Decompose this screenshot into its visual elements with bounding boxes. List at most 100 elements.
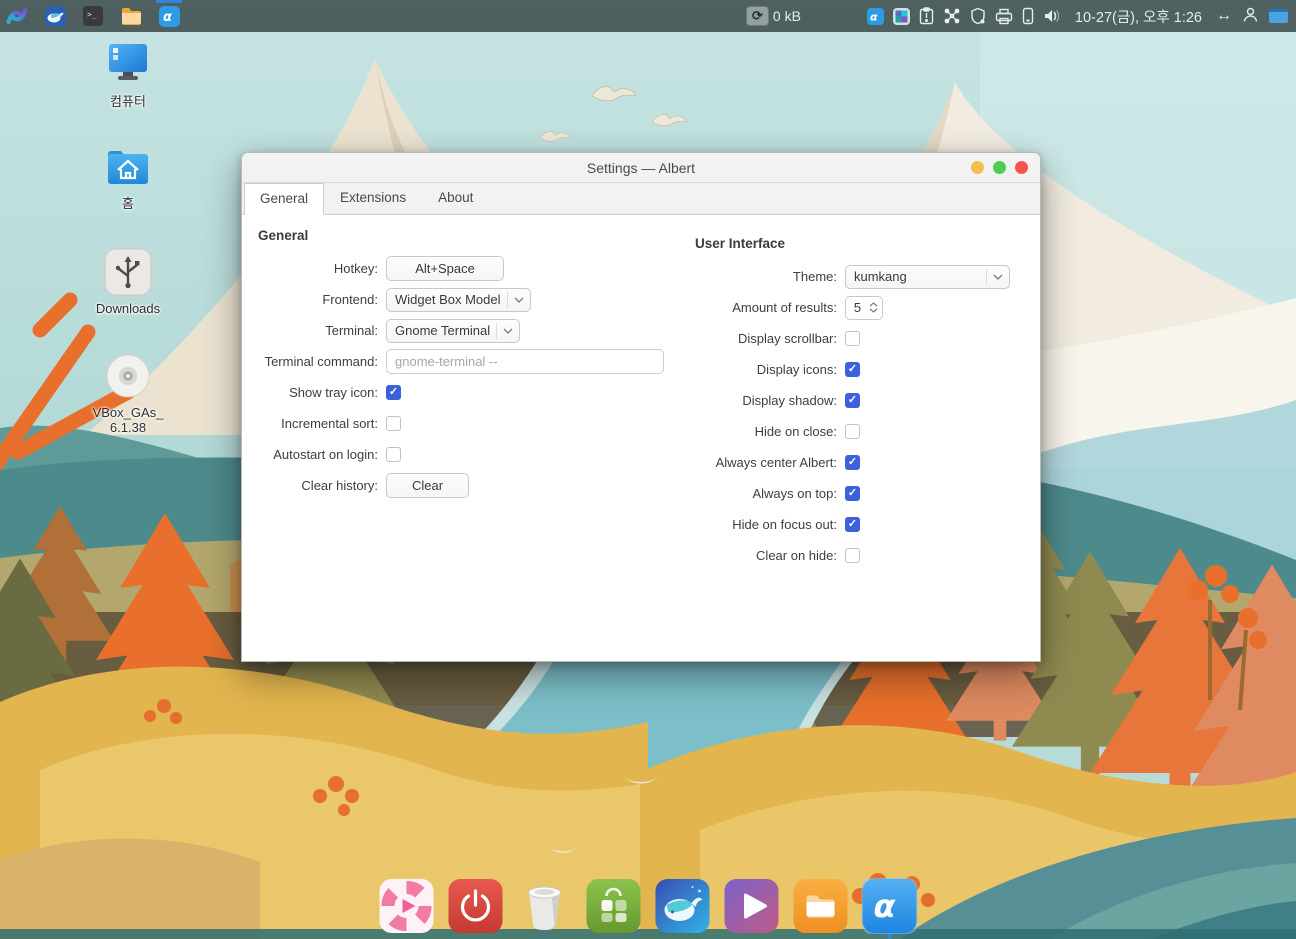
terminal-value: Gnome Terminal xyxy=(395,323,490,338)
tab-content-general: General Hotkey: Alt+Space Frontend: Widg… xyxy=(242,215,1040,661)
tab-general[interactable]: General xyxy=(244,183,324,215)
terminal-select[interactable]: Gnome Terminal xyxy=(386,319,520,343)
chevron-down-icon xyxy=(514,297,524,303)
checkbox-display-scrollbar[interactable] xyxy=(845,331,860,346)
checkbox-hide-on-close[interactable] xyxy=(845,424,860,439)
theme-select[interactable]: kumkang xyxy=(845,265,1010,289)
dock-software-store-icon[interactable] xyxy=(586,878,642,934)
dock-trash-icon[interactable] xyxy=(517,878,573,934)
svg-text:α: α xyxy=(163,10,172,25)
frontend-select[interactable]: Widget Box Model xyxy=(386,288,531,312)
hotkey-button[interactable]: Alt+Space xyxy=(386,256,504,281)
clipboard-icon[interactable] xyxy=(919,7,934,25)
checkbox-display-icons[interactable] xyxy=(845,362,860,377)
desktop-icon-vbox-cd[interactable]: VBox_GAs_6.1.38 xyxy=(90,352,166,435)
terminal-row: Terminal: Gnome Terminal xyxy=(258,318,688,343)
frontend-row: Frontend: Widget Box Model xyxy=(258,287,688,312)
top-panel: >_ α ⟳ 0 kB α xyxy=(0,0,1296,32)
terminal-icon[interactable]: >_ xyxy=(82,5,104,27)
results-spinbox[interactable]: 5 xyxy=(845,296,883,320)
dock-media-player-icon[interactable] xyxy=(724,878,780,934)
clear-history-button[interactable]: Clear xyxy=(386,473,469,498)
dock-albert-icon[interactable]: α xyxy=(862,878,918,934)
spin-up-icon[interactable] xyxy=(869,302,878,307)
hide-on-close-label: Hide on close: xyxy=(695,424,845,439)
printer-icon[interactable] xyxy=(995,8,1013,25)
checkbox-incremental-sort[interactable] xyxy=(386,416,401,431)
frontend-label: Frontend: xyxy=(258,292,386,307)
chevron-down-icon xyxy=(503,328,513,334)
minimize-button[interactable] xyxy=(971,161,984,174)
autostart-row: Autostart on login: xyxy=(258,442,688,467)
dock-menu-pinwheel-icon[interactable] xyxy=(379,878,435,934)
security-shield-icon[interactable] xyxy=(970,7,986,25)
tab-about[interactable]: About xyxy=(422,182,489,214)
user-interface-group: User Interface Theme: kumkang Amount of … xyxy=(695,236,1035,574)
general-group: General Hotkey: Alt+Space Frontend: Widg… xyxy=(258,228,688,504)
incremental-sort-label: Incremental sort: xyxy=(258,416,386,431)
workspace-switcher[interactable] xyxy=(1269,9,1288,23)
svg-text:>_: >_ xyxy=(87,10,97,19)
settings-window: Settings — Albert General Extensions Abo… xyxy=(241,152,1041,662)
close-button[interactable] xyxy=(1015,161,1028,174)
chevron-down-icon xyxy=(993,274,1003,280)
desktop-icon-label: 컴퓨터 xyxy=(110,91,146,110)
incremental-sort-row: Incremental sort: xyxy=(258,411,688,436)
checkbox-always-on-top[interactable] xyxy=(845,486,860,501)
tab-extensions[interactable]: Extensions xyxy=(324,182,422,214)
dock-power-icon[interactable] xyxy=(448,878,504,934)
titlebar[interactable]: Settings — Albert xyxy=(242,153,1040,183)
usb-drive-icon xyxy=(104,248,152,296)
results-value: 5 xyxy=(846,300,869,315)
whale-browser-icon[interactable] xyxy=(44,5,66,27)
results-row: Amount of results: 5 xyxy=(695,295,1035,320)
tab-bar: General Extensions About xyxy=(242,183,1040,215)
checkbox-hide-on-focus-out[interactable] xyxy=(845,517,860,532)
terminal-command-row: Terminal command: xyxy=(258,349,688,374)
desktop-icon-downloads[interactable]: Downloads xyxy=(90,248,166,316)
ui-checkbox-rows: Display scrollbar: Display icons: Displa… xyxy=(695,326,1035,568)
ui-option-row: Display shadow: xyxy=(695,388,1035,413)
show-tray-label: Show tray icon: xyxy=(258,385,386,400)
checkbox-display-shadow[interactable] xyxy=(845,393,860,408)
checkbox-always-center-albert[interactable] xyxy=(845,455,860,470)
ui-option-row: Display icons: xyxy=(695,357,1035,382)
desktop-icon-label: VBox_GAs_6.1.38 xyxy=(90,405,166,435)
albert-icon[interactable]: α xyxy=(158,5,180,27)
ui-option-row: Display scrollbar: xyxy=(695,326,1035,351)
network-speed-widget[interactable]: ⟳ 0 kB xyxy=(746,6,801,26)
desktop-icon-computer[interactable]: 컴퓨터 xyxy=(90,42,166,110)
sync-arrows-icon: ⟳ xyxy=(746,6,769,26)
dock-whale-browser-icon[interactable] xyxy=(655,878,711,934)
desktop-icon-home[interactable]: 홈 xyxy=(90,146,166,212)
network-share-icon[interactable] xyxy=(943,7,961,25)
terminal-label: Terminal: xyxy=(258,323,386,338)
desktop-icon-list: 컴퓨터 홈 Downloads V xyxy=(90,42,166,435)
user-icon[interactable] xyxy=(1242,6,1259,26)
volume-icon[interactable] xyxy=(1043,8,1061,24)
dock-files-icon[interactable] xyxy=(793,878,849,934)
maximize-button[interactable] xyxy=(993,161,1006,174)
autostart-label: Autostart on login: xyxy=(258,447,386,462)
terminal-command-label: Terminal command: xyxy=(258,354,386,369)
checkbox-autostart[interactable] xyxy=(386,447,401,462)
hamonikr-logo-icon[interactable] xyxy=(6,5,28,27)
input-method-icon[interactable] xyxy=(893,8,910,25)
display-icons-label: Display icons: xyxy=(695,362,845,377)
removable-device-icon[interactable] xyxy=(1022,7,1034,25)
ui-option-row: Always on top: xyxy=(695,481,1035,506)
cd-disc-icon xyxy=(104,352,152,400)
running-indicator xyxy=(887,934,892,939)
desktop-icon-label: Downloads xyxy=(96,301,160,316)
always-on-top-label: Always on top: xyxy=(695,486,845,501)
albert-tray-icon[interactable]: α xyxy=(867,8,884,25)
checkbox-clear-on-hide[interactable] xyxy=(845,548,860,563)
files-icon[interactable] xyxy=(120,5,142,27)
svg-text:α: α xyxy=(870,10,878,23)
spin-down-icon[interactable] xyxy=(869,308,878,313)
clock[interactable]: 10-27(금), 오후 1:26 xyxy=(1071,6,1206,27)
checkbox-show-tray-icon[interactable] xyxy=(386,385,401,400)
ui-option-row: Hide on focus out: xyxy=(695,512,1035,537)
resize-arrows-icon[interactable]: ↔ xyxy=(1216,7,1232,25)
terminal-command-input[interactable] xyxy=(386,349,664,374)
